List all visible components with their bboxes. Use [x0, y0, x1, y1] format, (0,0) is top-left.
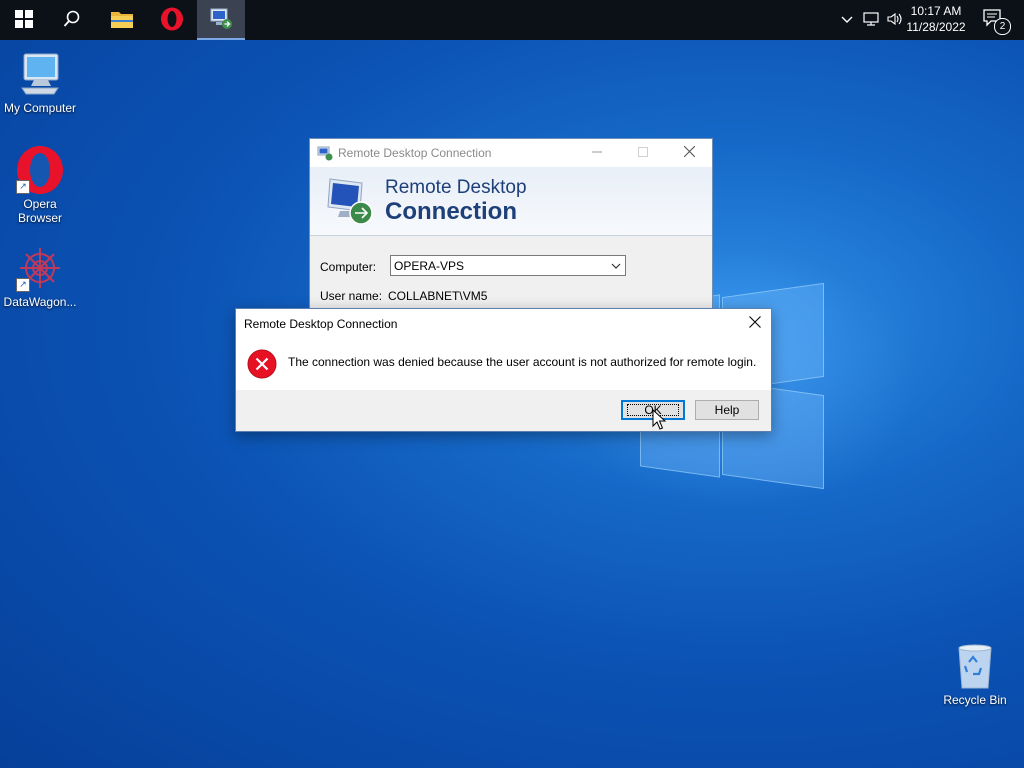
desktop-icon-datawagon[interactable]: ↗ DataWagon...: [0, 244, 80, 309]
computer-value: OPERA-VPS: [394, 259, 465, 273]
start-button[interactable]: [0, 0, 48, 40]
opera-taskbar-button[interactable]: [148, 0, 196, 40]
remote-desktop-taskbar-button[interactable]: [197, 0, 245, 40]
computer-icon: [16, 50, 64, 98]
search-icon: [63, 10, 81, 31]
desktop-icon-opera-browser[interactable]: ↗ Opera Browser: [0, 146, 80, 225]
error-dialog-footer: OK Help: [236, 390, 771, 431]
computer-combobox[interactable]: OPERA-VPS: [390, 255, 626, 276]
network-tray-button[interactable]: [860, 0, 882, 40]
close-icon: [749, 315, 761, 331]
recycle-bin-icon: [951, 642, 999, 690]
action-center-button[interactable]: 2: [976, 0, 1012, 40]
clock-time: 10:17 AM: [910, 4, 962, 18]
network-icon: [863, 11, 879, 29]
error-icon: [247, 349, 277, 379]
show-hidden-icons-button[interactable]: [838, 0, 856, 40]
desktop-icon-label: Recycle Bin: [943, 693, 1007, 707]
error-dialog-title: Remote Desktop Connection: [244, 317, 398, 331]
desktop-icon-label: Opera Browser: [17, 197, 62, 225]
rdc-banner-logo-icon: [326, 175, 376, 230]
rdc-banner: Remote Desktop Connection: [310, 167, 712, 236]
file-explorer-button[interactable]: [98, 0, 146, 40]
notification-count-badge: 2: [994, 18, 1011, 35]
chevron-down-icon[interactable]: [609, 259, 623, 273]
mouse-cursor-icon: [652, 408, 667, 434]
clock-date: 11/28/2022: [906, 20, 966, 34]
minimize-button[interactable]: [574, 139, 620, 167]
desktop-icon-label: My Computer: [3, 101, 77, 115]
rdc-window-title: Remote Desktop Connection: [338, 146, 492, 160]
error-dialog-close-button[interactable]: [739, 309, 771, 337]
remote-desktop-icon: [209, 6, 233, 33]
windows-logo-icon: [15, 9, 33, 31]
username-value: COLLABNET\VM5: [388, 289, 488, 303]
close-button[interactable]: [666, 139, 712, 167]
help-button[interactable]: Help: [695, 400, 759, 420]
username-label: User name:: [320, 289, 383, 303]
error-message: The connection was denied because the us…: [288, 355, 757, 369]
desktop-icon-recycle-bin[interactable]: Recycle Bin: [935, 642, 1015, 707]
taskbar-clock[interactable]: 10:17 AM 11/28/2022: [900, 3, 972, 35]
maximize-icon: [638, 146, 648, 160]
taskbar: 10:17 AM 11/28/2022 2: [0, 0, 1024, 40]
shortcut-arrow-icon: ↗: [16, 278, 30, 292]
help-button-label: Help: [714, 403, 740, 417]
maximize-button[interactable]: [620, 139, 666, 167]
opera-icon: ↗: [16, 146, 64, 194]
desktop-icon-label: DataWagon...: [3, 295, 77, 309]
desktop-icon-my-computer[interactable]: My Computer: [0, 50, 80, 115]
action-center-icon: 2: [983, 9, 1011, 35]
datawagon-icon: ↗: [16, 244, 64, 292]
chevron-up-icon: [841, 13, 853, 27]
shortcut-arrow-icon: ↗: [16, 180, 30, 194]
rdc-titlebar[interactable]: Remote Desktop Connection: [310, 139, 712, 167]
rdc-banner-title-line1: Remote Desktop: [385, 177, 527, 198]
search-button[interactable]: [48, 0, 96, 40]
error-dialog: Remote Desktop Connection The connection…: [235, 308, 772, 432]
rdc-banner-title-line2: Connection: [385, 198, 517, 225]
close-icon: [683, 145, 695, 160]
rdc-window-icon: [317, 145, 333, 164]
rdc-window: Remote Desktop Connection Remote Desktop…: [309, 138, 713, 318]
opera-icon: [160, 7, 184, 34]
minimize-icon: [592, 146, 602, 160]
folder-icon: [110, 9, 134, 32]
computer-label: Computer:: [320, 260, 377, 274]
